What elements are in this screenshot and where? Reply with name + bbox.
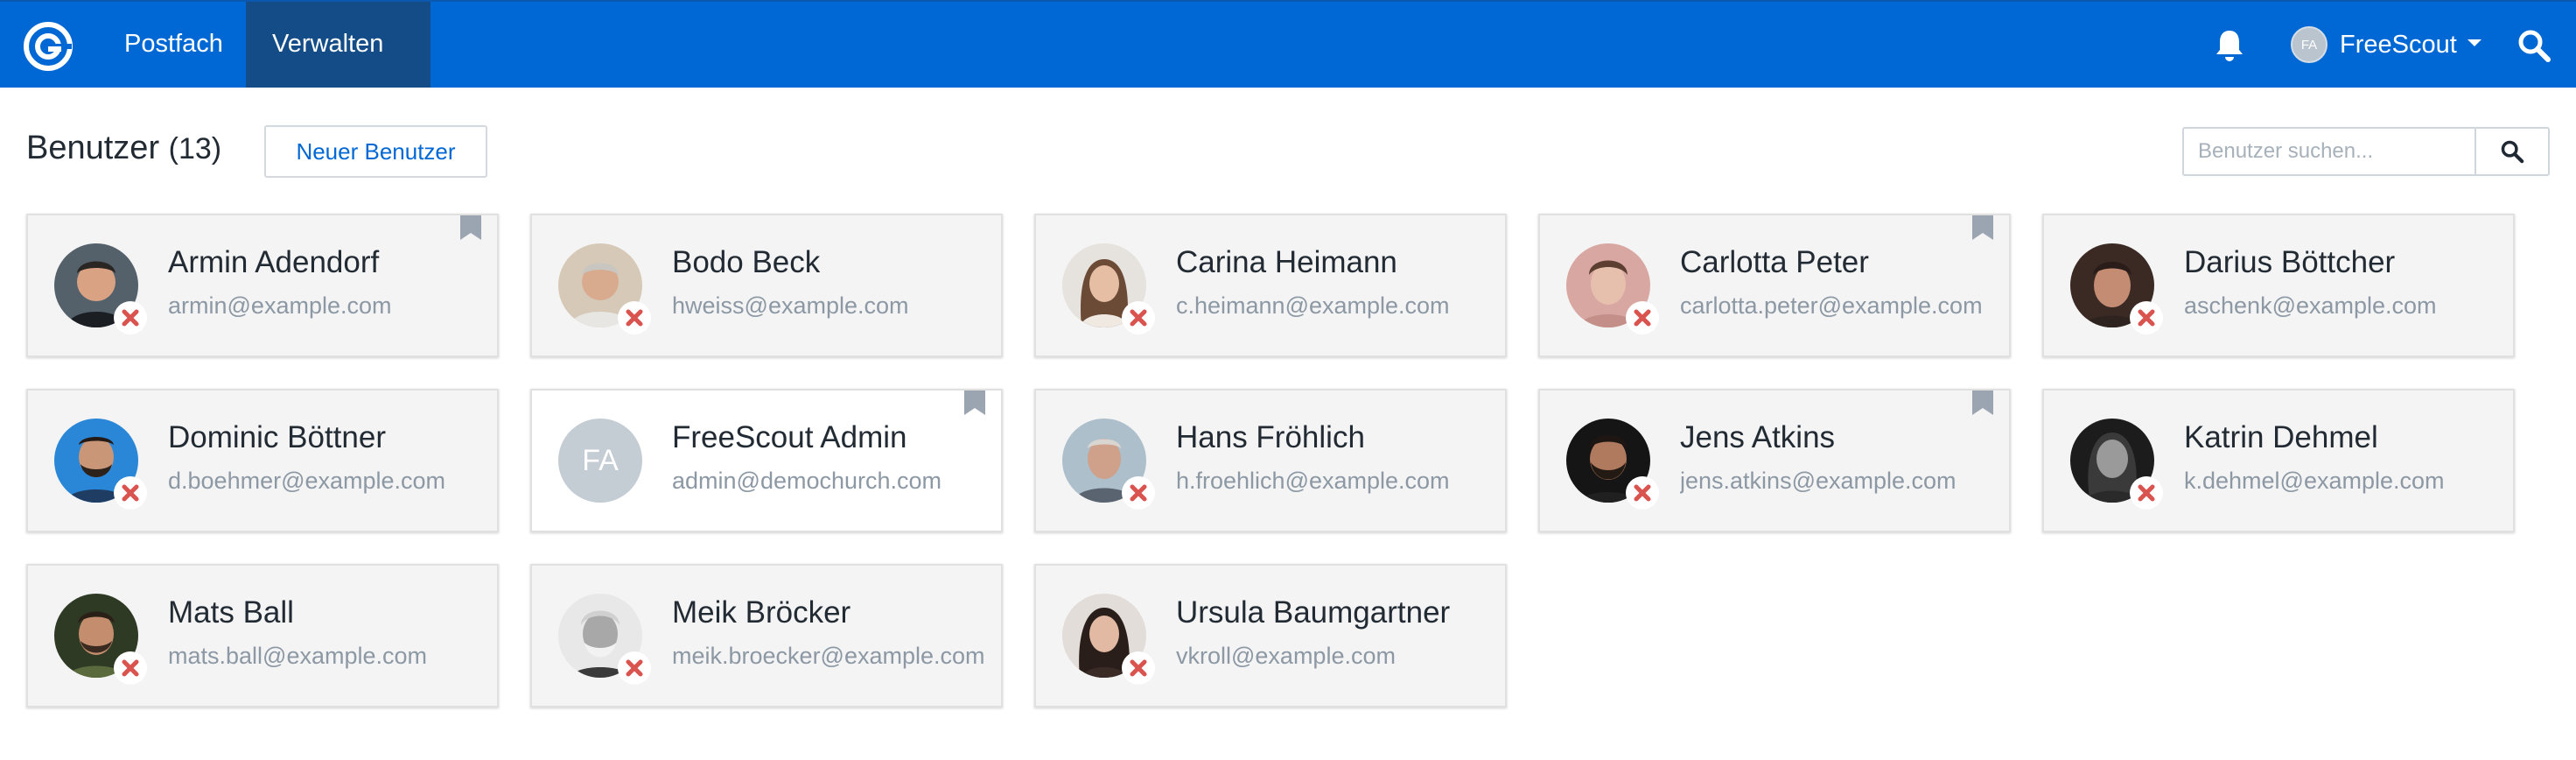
- inactive-status-icon: [114, 301, 147, 334]
- top-navbar: Postfach Verwalten FA FreeScout: [0, 0, 2576, 131]
- user-name: Armin Adendorf: [168, 245, 380, 279]
- search-icon: [2501, 140, 2524, 164]
- user-card[interactable]: Bodo Beck hweiss@example.com: [530, 214, 1003, 357]
- user-name: Ursula Baumgartner: [1176, 595, 1451, 630]
- user-name: Mats Ball: [168, 595, 294, 630]
- search-input[interactable]: [2182, 127, 2474, 176]
- user-email: mats.ball@example.com: [168, 643, 428, 669]
- user-name: Darius Böttcher: [2184, 245, 2396, 279]
- user-email: admin@demochurch.com: [672, 468, 942, 494]
- user-name: Carina Heimann: [1176, 245, 1397, 279]
- user-email: k.dehmel@example.com: [2184, 468, 2445, 494]
- nav-mailbox[interactable]: Postfach: [98, 2, 249, 88]
- freescout-logo-icon[interactable]: [23, 21, 74, 72]
- bookmark-icon[interactable]: [460, 215, 481, 240]
- user-card[interactable]: FA FreeScout Admin admin@demochurch.com: [530, 389, 1003, 532]
- user-card[interactable]: Carlotta Peter carlotta.peter@example.co…: [1538, 214, 2011, 357]
- search-button[interactable]: [2474, 127, 2550, 176]
- inactive-status-icon: [114, 476, 147, 510]
- user-email: h.froehlich@example.com: [1176, 468, 1450, 494]
- inactive-status-icon: [1122, 301, 1155, 334]
- user-email: carlotta.peter@example.com: [1680, 292, 1983, 319]
- inactive-status-icon: [1626, 301, 1659, 334]
- avatar: FA: [558, 419, 642, 503]
- user-name: FreeScout Admin: [672, 420, 907, 454]
- user-email: hweiss@example.com: [672, 292, 909, 319]
- search-icon[interactable]: [2516, 28, 2552, 63]
- new-user-button[interactable]: Neuer Benutzer: [264, 125, 487, 178]
- bookmark-icon[interactable]: [964, 391, 985, 415]
- user-name: Dominic Böttner: [168, 420, 386, 454]
- page-title-text: Benutzer: [26, 130, 160, 166]
- inactive-status-icon: [618, 651, 651, 685]
- user-card[interactable]: Ursula Baumgartner vkroll@example.com: [1034, 564, 1507, 707]
- inactive-status-icon: [1122, 476, 1155, 510]
- inactive-status-icon: [618, 301, 651, 334]
- nav-manage-dropdown[interactable]: Verwalten: [246, 2, 430, 131]
- chevron-down-icon: [2467, 39, 2482, 46]
- user-card[interactable]: Armin Adendorf armin@example.com: [26, 214, 499, 357]
- bookmark-icon[interactable]: [1972, 215, 1993, 240]
- nav-manage-label: Verwalten: [272, 30, 384, 58]
- inactive-status-icon: [114, 651, 147, 685]
- user-search: [2182, 127, 2550, 176]
- user-card[interactable]: Mats Ball mats.ball@example.com: [26, 564, 499, 707]
- user-menu-name: FreeScout: [2340, 30, 2457, 59]
- page-title: Benutzer (13): [26, 130, 221, 167]
- user-email: aschenk@example.com: [2184, 292, 2437, 319]
- user-name: Meik Bröcker: [672, 595, 851, 630]
- user-email: d.boehmer@example.com: [168, 468, 446, 494]
- user-email: c.heimann@example.com: [1176, 292, 1450, 319]
- user-email: jens.atkins@example.com: [1680, 468, 1956, 494]
- user-card[interactable]: Meik Bröcker meik.broecker@example.com: [530, 564, 1003, 707]
- user-name: Bodo Beck: [672, 245, 821, 279]
- user-card[interactable]: Hans Fröhlich h.froehlich@example.com: [1034, 389, 1507, 532]
- user-email: armin@example.com: [168, 292, 392, 319]
- user-menu-dropdown[interactable]: FA FreeScout: [2291, 2, 2482, 88]
- user-name: Carlotta Peter: [1680, 245, 1869, 279]
- user-email: meik.broecker@example.com: [672, 643, 985, 669]
- user-card[interactable]: Dominic Böttner d.boehmer@example.com: [26, 389, 499, 532]
- bell-icon[interactable]: [2214, 28, 2245, 63]
- user-card[interactable]: Jens Atkins jens.atkins@example.com: [1538, 389, 2011, 532]
- user-email: vkroll@example.com: [1176, 643, 1396, 669]
- bookmark-icon[interactable]: [1972, 391, 1993, 415]
- user-name: Katrin Dehmel: [2184, 420, 2378, 454]
- inactive-status-icon: [2130, 476, 2163, 510]
- user-count: (13): [168, 132, 222, 165]
- user-name: Hans Fröhlich: [1176, 420, 1365, 454]
- user-card[interactable]: Katrin Dehmel k.dehmel@example.com: [2042, 389, 2515, 532]
- user-name: Jens Atkins: [1680, 420, 1836, 454]
- user-card[interactable]: Carina Heimann c.heimann@example.com: [1034, 214, 1507, 357]
- user-card[interactable]: Darius Böttcher aschenk@example.com: [2042, 214, 2515, 357]
- avatar: FA: [2291, 26, 2328, 63]
- inactive-status-icon: [1626, 476, 1659, 510]
- inactive-status-icon: [1122, 651, 1155, 685]
- inactive-status-icon: [2130, 301, 2163, 334]
